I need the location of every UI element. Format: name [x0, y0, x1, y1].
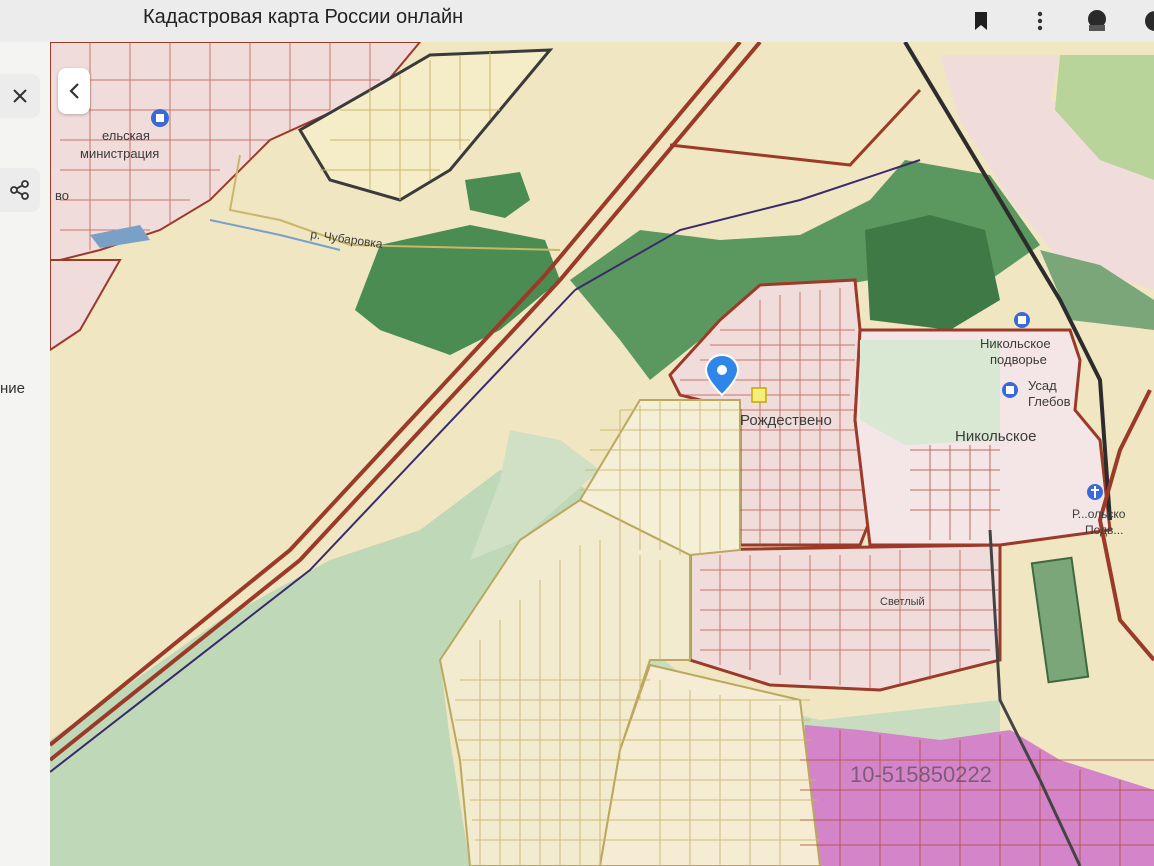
map-label-nikolskoe: Никольское: [955, 428, 1036, 445]
collapse-panel-button[interactable]: [58, 68, 90, 114]
map-label-podvorye-right-2: Подв...: [1085, 523, 1123, 537]
browser-header: Кадастровая карта России онлайн: [0, 0, 1154, 43]
map-label-podvorye-2: подворье: [990, 352, 1047, 367]
map-label-usadba-2: Глебов: [1028, 394, 1071, 409]
bookmark-icon[interactable]: [966, 6, 996, 36]
close-button[interactable]: [0, 74, 40, 118]
side-panel-text: ние: [0, 380, 26, 397]
more-vert-icon[interactable]: [1025, 6, 1055, 36]
map-label-administration-2: министрация: [80, 146, 159, 161]
map-label-settlement: Светлый: [880, 596, 925, 608]
chevron-left-icon: [69, 83, 79, 99]
building-icon[interactable]: [1014, 312, 1030, 328]
page-title: Кадастровая карта России онлайн: [143, 6, 464, 28]
extension-icon[interactable]: [1082, 6, 1112, 36]
admin-building-icon[interactable]: [151, 109, 169, 127]
building-icon[interactable]: [1002, 382, 1018, 398]
map-label-podvorye-right-1: Р...ольско: [1072, 507, 1126, 521]
share-icon: [10, 180, 29, 200]
share-button[interactable]: [0, 168, 40, 212]
map-watermark: 10-515850222: [850, 762, 992, 787]
map-label-administration: ельская: [102, 128, 150, 143]
map-label-usadba-1: Усад: [1028, 378, 1057, 393]
close-icon: [13, 89, 27, 103]
selected-plot: [751, 387, 767, 403]
profile-icon[interactable]: [1134, 6, 1154, 36]
cadastral-map[interactable]: ельская министрация во р. Чубаровка Рожд…: [50, 42, 1154, 866]
map-label-podvorye-1: Никольское: [980, 336, 1051, 351]
church-icon[interactable]: [1087, 484, 1103, 500]
southern-settlement: [688, 543, 1002, 692]
map-label-partial: во: [55, 188, 69, 203]
map-label-village: Рождествено: [740, 412, 832, 429]
side-panel: ние: [0, 42, 51, 866]
